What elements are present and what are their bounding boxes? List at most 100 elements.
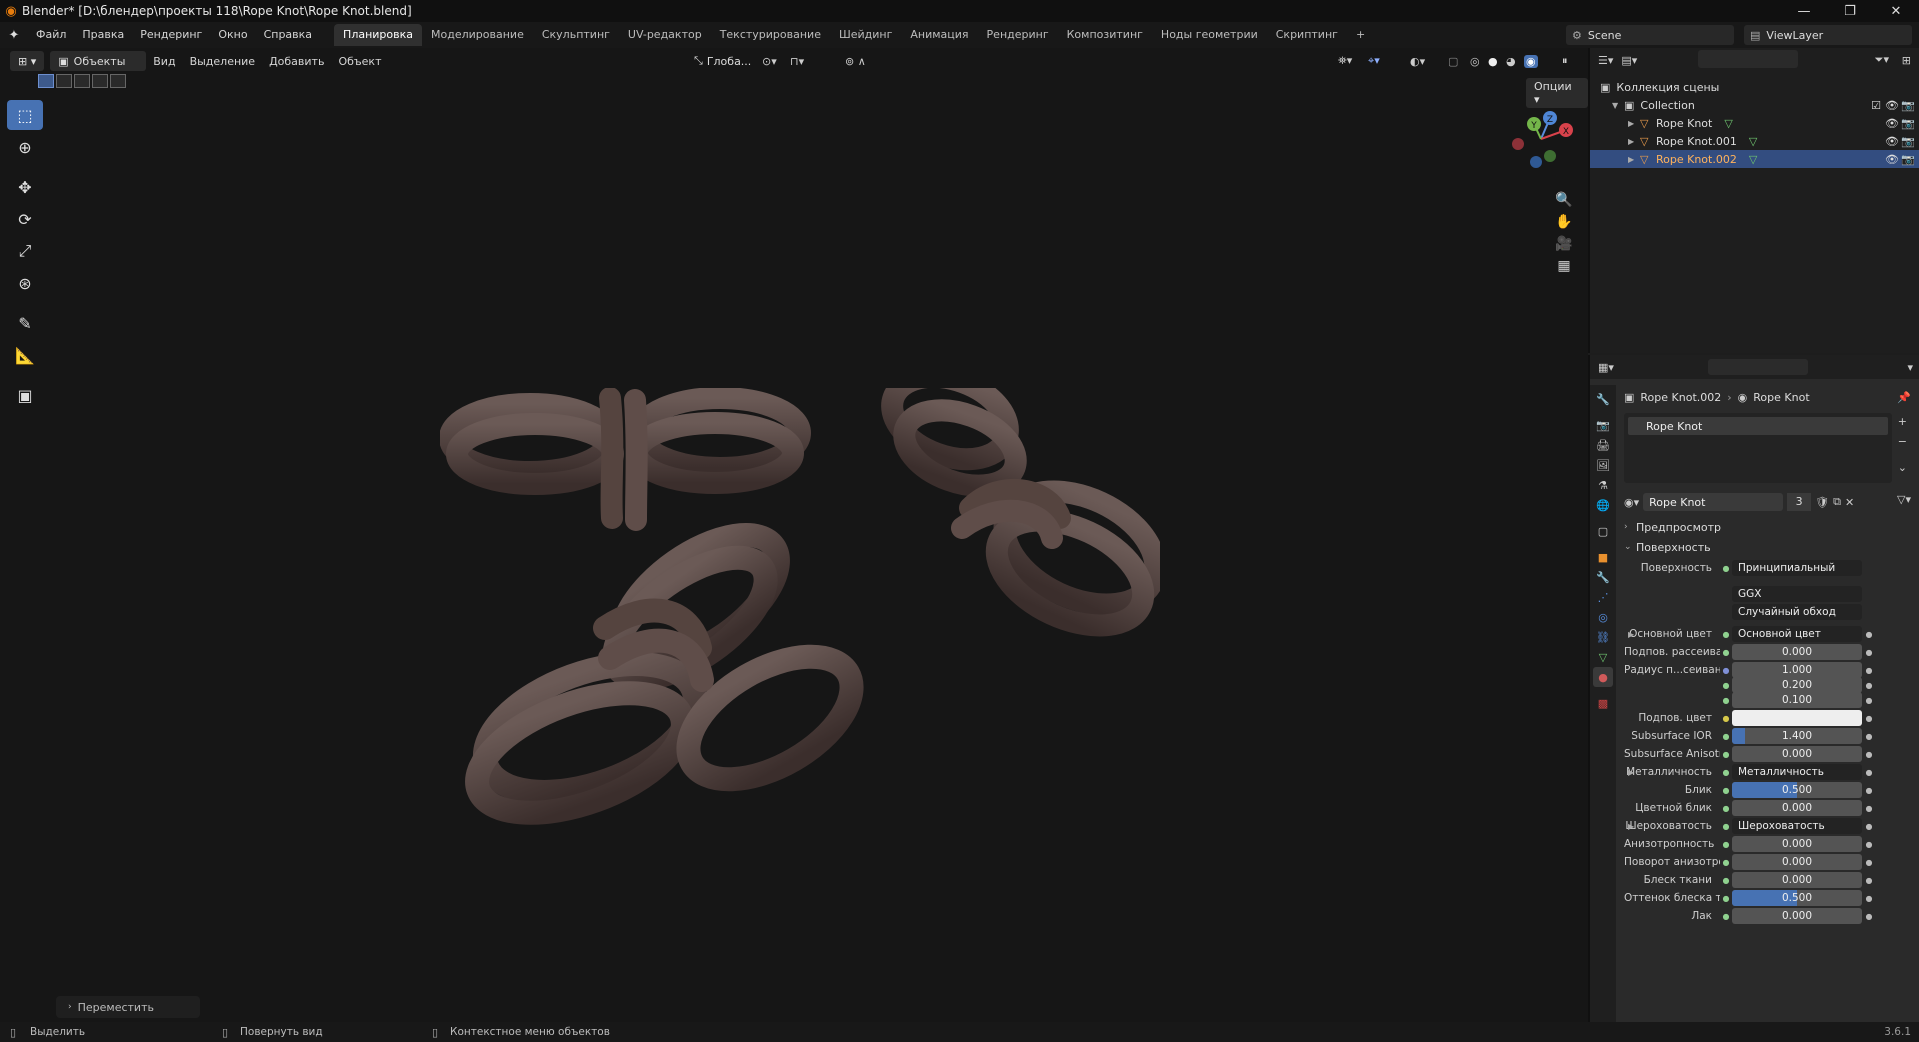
- display-mode-icon[interactable]: ▤▾: [1621, 54, 1637, 67]
- camera-icon[interactable]: 📷: [1901, 153, 1915, 166]
- keyframe-icon[interactable]: ●: [1862, 648, 1876, 657]
- rendered-shading-icon[interactable]: ◉: [1524, 54, 1538, 68]
- overlay-toggle-icon[interactable]: ◐▾: [1410, 55, 1425, 68]
- rope-knot-center[interactable]: [461, 510, 872, 837]
- keyframe-icon[interactable]: ●: [1862, 840, 1876, 849]
- rope-knot-left[interactable]: [440, 388, 811, 531]
- editor-type-dropdown[interactable]: ⊞ ▾: [10, 51, 45, 71]
- close-button[interactable]: ✕: [1873, 0, 1919, 22]
- constraints-tab-icon[interactable]: ⛓: [1593, 627, 1613, 647]
- solid-shading-icon[interactable]: ●: [1488, 55, 1498, 68]
- cursor-tool-icon[interactable]: ⊕: [7, 132, 43, 162]
- pin-icon[interactable]: 📌: [1897, 391, 1911, 404]
- view-layer-selector[interactable]: ▤ ViewLayer: [1744, 25, 1912, 45]
- number-field[interactable]: 0.000: [1732, 836, 1862, 852]
- select-intersect-icon[interactable]: [110, 74, 126, 88]
- keyframe-icon[interactable]: ●: [1862, 714, 1876, 723]
- scene-collection-row[interactable]: ▣ Коллекция сцены: [1590, 78, 1919, 96]
- snap-icon[interactable]: ⊓▾: [790, 55, 804, 68]
- duplicate-material-icon[interactable]: ⧉: [1833, 495, 1841, 509]
- keyframe-icon[interactable]: ●: [1862, 666, 1876, 675]
- number-field[interactable]: 0.000: [1732, 746, 1862, 762]
- last-operator-panel[interactable]: › Переместить: [56, 996, 200, 1018]
- move-tool-icon[interactable]: ✥: [7, 172, 43, 202]
- material-shading-icon[interactable]: ◕: [1506, 55, 1516, 68]
- annotate-tool-icon[interactable]: ✎: [7, 308, 43, 338]
- surface-shader-field[interactable]: Принципиальный BSDF: [1732, 560, 1862, 576]
- eye-icon[interactable]: 👁: [1885, 99, 1899, 112]
- eye-icon[interactable]: 👁: [1885, 117, 1899, 130]
- camera-icon[interactable]: 📷: [1901, 117, 1915, 130]
- outliner-object-row-selected[interactable]: ▶ ▽ Rope Knot.002 ▽ 👁 📷: [1590, 150, 1919, 168]
- minimize-button[interactable]: —: [1781, 0, 1827, 22]
- expand-socket-icon[interactable]: ▶: [1628, 768, 1634, 777]
- particles-tab-icon[interactable]: ⋰: [1593, 587, 1613, 607]
- modifiers-tab-icon[interactable]: 🔧: [1593, 567, 1613, 587]
- 3d-viewport[interactable]: ⊞ ▾ ▣ Объекты Вид Выделение Добавить Объ…: [0, 48, 1588, 1022]
- pivot-icon[interactable]: ⊙▾: [762, 55, 777, 68]
- texture-tab-icon[interactable]: ▩: [1593, 693, 1613, 713]
- visibility-icon[interactable]: ⛯▾: [1338, 54, 1352, 68]
- select-extend-icon[interactable]: [56, 74, 72, 88]
- render-tab-icon[interactable]: 📷: [1593, 415, 1613, 435]
- material-slot-item[interactable]: Rope Knot: [1628, 417, 1888, 435]
- material-slot-list[interactable]: Rope Knot: [1624, 413, 1892, 483]
- keyframe-icon[interactable]: ●: [1862, 804, 1876, 813]
- tab-uv-editing[interactable]: UV-редактор: [619, 24, 711, 46]
- physics-tab-icon[interactable]: ◎: [1593, 607, 1613, 627]
- material-users-count[interactable]: 3: [1787, 493, 1812, 511]
- mesh-data-icon[interactable]: ▽: [1749, 153, 1757, 166]
- tab-rendering[interactable]: Рендеринг: [978, 24, 1058, 46]
- preview-panel-header[interactable]: › Предпросмотр: [1624, 517, 1914, 537]
- filter-icon[interactable]: ⏷▾: [1875, 53, 1889, 67]
- number-field[interactable]: 1.400: [1732, 728, 1862, 744]
- linked-input-field[interactable]: Металличность: [1732, 764, 1862, 780]
- eye-icon[interactable]: 👁: [1885, 135, 1899, 148]
- properties-search-input[interactable]: [1708, 359, 1808, 375]
- keyframe-icon[interactable]: ●: [1862, 786, 1876, 795]
- select-subtract-icon[interactable]: [74, 74, 90, 88]
- tool-tab-icon[interactable]: 🔧: [1593, 389, 1613, 409]
- keyframe-icon[interactable]: ●: [1862, 681, 1876, 690]
- number-field[interactable]: 0.000: [1732, 800, 1862, 816]
- tab-sculpting[interactable]: Скульптинг: [533, 24, 619, 46]
- material-tab-icon[interactable]: ●: [1593, 667, 1613, 687]
- expand-icon[interactable]: ▶: [1628, 155, 1640, 164]
- unlink-material-icon[interactable]: ✕: [1845, 496, 1854, 509]
- fake-user-icon[interactable]: 🛡: [1815, 496, 1829, 509]
- keyframe-icon[interactable]: ●: [1862, 894, 1876, 903]
- wireframe-shading-icon[interactable]: ◎: [1470, 55, 1480, 68]
- properties-options-icon[interactable]: ▾: [1907, 361, 1913, 374]
- expand-icon[interactable]: ▶: [1628, 119, 1640, 128]
- transform-orientation-dropdown[interactable]: ⤡ Глоба...: [686, 51, 759, 71]
- eye-icon[interactable]: 👁: [1885, 153, 1899, 166]
- menu-file[interactable]: Файл: [28, 22, 74, 48]
- menu-render[interactable]: Рендеринг: [132, 22, 210, 48]
- material-name-field[interactable]: Rope Knot: [1643, 493, 1784, 511]
- ortho-grid-icon[interactable]: ▦: [1552, 254, 1576, 278]
- gizmo-neg-y-icon[interactable]: [1544, 150, 1556, 162]
- object-menu[interactable]: Объект: [331, 55, 388, 68]
- remove-slot-icon[interactable]: −: [1898, 435, 1907, 448]
- collection-row[interactable]: ▼ ▣ Collection ☑ 👁 📷: [1590, 96, 1919, 114]
- keyframe-icon[interactable]: ●: [1862, 696, 1876, 705]
- collection-checkbox-icon[interactable]: ☑: [1871, 99, 1881, 112]
- tab-compositing[interactable]: Композитинг: [1058, 24, 1152, 46]
- number-field[interactable]: 0.100: [1732, 692, 1862, 708]
- properties-editor-type-icon[interactable]: ▦▾: [1598, 361, 1614, 374]
- camera-icon[interactable]: 📷: [1901, 135, 1915, 148]
- keyframe-icon[interactable]: ●: [1862, 912, 1876, 921]
- tab-geometry-nodes[interactable]: Ноды геометрии: [1152, 24, 1267, 46]
- scene-selector[interactable]: ⚙ Scene: [1566, 25, 1734, 45]
- blender-menu-icon[interactable]: ✦: [0, 28, 28, 43]
- number-field[interactable]: 0.500: [1732, 890, 1862, 906]
- output-tab-icon[interactable]: 🖨: [1593, 435, 1613, 455]
- distribution-dropdown[interactable]: GGX: [1732, 586, 1862, 602]
- keyframe-icon[interactable]: ●: [1862, 768, 1876, 777]
- expand-socket-icon[interactable]: ▶: [1628, 630, 1634, 639]
- expand-socket-icon[interactable]: ▶: [1628, 822, 1634, 831]
- object-tab-icon[interactable]: ■: [1593, 547, 1613, 567]
- world-tab-icon[interactable]: 🌐: [1593, 495, 1613, 515]
- expand-icon[interactable]: ▶: [1628, 137, 1640, 146]
- slot-specials-icon[interactable]: ⌄: [1898, 461, 1907, 474]
